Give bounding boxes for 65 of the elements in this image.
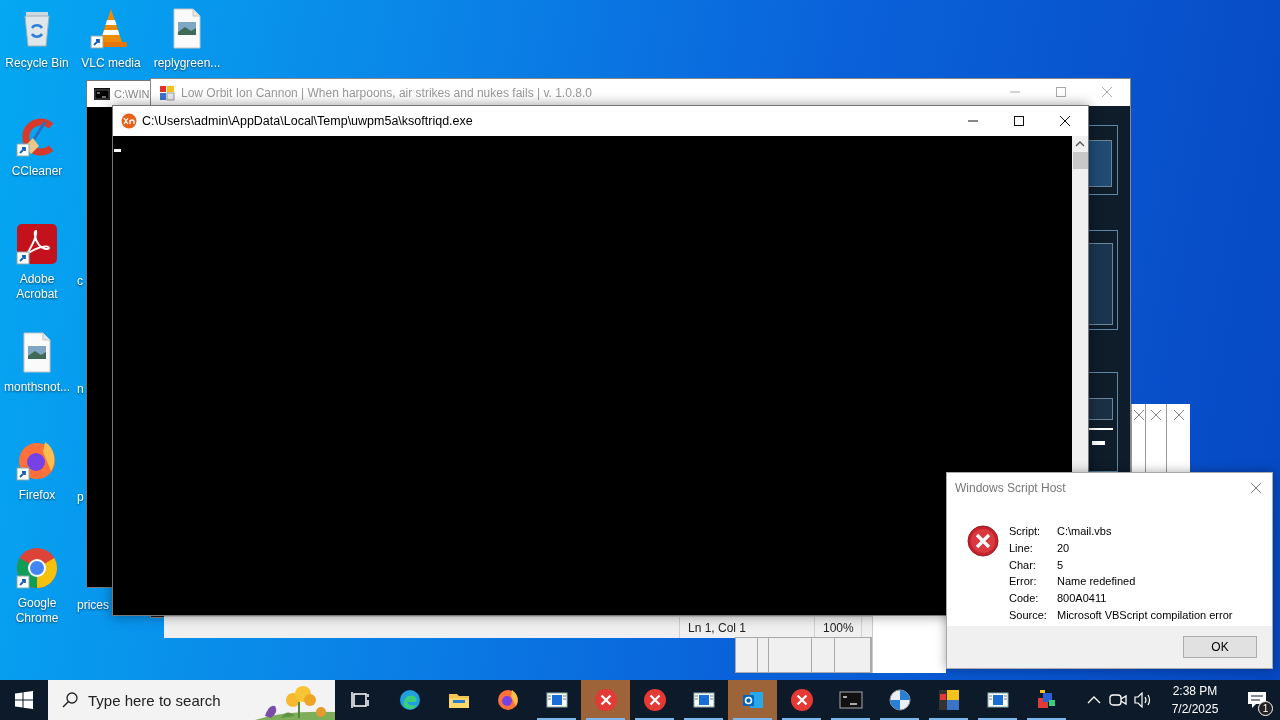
error-icon — [593, 688, 618, 712]
windows-logo-icon — [15, 691, 33, 709]
console-icon — [94, 88, 110, 100]
field-label: Error: — [1009, 575, 1038, 590]
icon-label[interactable]: n — [77, 382, 84, 397]
console-icon — [838, 688, 863, 712]
ok-button[interactable]: OK — [1183, 636, 1257, 658]
field-value: Microsoft VBScript compilation error — [1057, 609, 1233, 624]
field-label: Char: — [1009, 558, 1037, 573]
error-icon — [967, 525, 999, 557]
icon-label[interactable]: CCleaner — [8, 164, 66, 179]
window-title: C:\Users\admin\AppData\Local\Temp\uwpm5a\ksoftriqd.exe — [142, 112, 474, 130]
field-value: Name redefined — [1057, 575, 1137, 590]
clock[interactable]: 2:38 PM 7/2/2025 — [1156, 682, 1234, 718]
error-icon — [789, 688, 814, 712]
app-icon — [159, 84, 175, 101]
panel-field — [1088, 140, 1112, 187]
notification-button[interactable]: 1 — [1234, 680, 1280, 720]
clock-date: 7/2/2025 — [1171, 701, 1219, 718]
clock-time: 2:38 PM — [1172, 683, 1218, 700]
close-icon[interactable] — [1151, 410, 1161, 420]
icon-label[interactable]: prices — [77, 598, 109, 613]
field-value: 5 — [1057, 558, 1065, 573]
notification-badge: 1 — [1258, 701, 1273, 716]
scroll-thumb[interactable] — [1072, 152, 1088, 169]
icon-label[interactable]: p — [77, 490, 84, 505]
icon-label[interactable]: Recycle Bin — [2, 56, 72, 71]
icon-label[interactable]: c — [77, 274, 83, 289]
close-icon[interactable] — [1133, 410, 1144, 420]
field-value: 800A0411 — [1057, 592, 1108, 607]
text-cursor — [114, 149, 121, 152]
chevron-up-icon[interactable] — [1087, 695, 1101, 705]
icon-label[interactable]: VLC media — [78, 56, 144, 71]
field-value: C:\mail.vbs — [1057, 525, 1113, 539]
field-label: Code: — [1009, 592, 1040, 607]
close-icon[interactable] — [1173, 410, 1184, 420]
icon-label[interactable]: Google Chrome — [0, 596, 74, 626]
panel-field — [1088, 398, 1113, 420]
search-field[interactable]: Type here to search — [48, 680, 335, 720]
close-button[interactable] — [1250, 482, 1262, 494]
browser-icon[interactable] — [15, 546, 59, 590]
error-icon — [642, 688, 667, 712]
search-icon — [62, 692, 78, 708]
camera-icon[interactable] — [1109, 692, 1127, 708]
window-title: Low Orbit Ion Cannon | When harpoons, air strikes and nukes fails | v. 1.0.8.0 — [181, 84, 593, 102]
icon-label[interactable]: Adobe Acrobat — [0, 272, 74, 302]
scroll-up-icon[interactable] — [1075, 140, 1085, 148]
icon-label[interactable]: monthsnot... — [0, 380, 73, 395]
fox-globe-icon — [495, 688, 520, 712]
circle-quadrants-icon — [887, 688, 912, 712]
field-label: Script: — [1009, 525, 1042, 539]
speaker-icon[interactable] — [1133, 692, 1153, 708]
icon-label[interactable]: Firefox — [15, 488, 59, 503]
window-title: C:\WIN — [114, 86, 150, 102]
color-blocks-icon — [936, 688, 961, 712]
wave-globe-icon — [397, 688, 422, 712]
field-label: Source: — [1009, 609, 1048, 624]
icon-label[interactable]: replygreen... — [150, 56, 224, 71]
rule-line — [1088, 428, 1113, 430]
slider-thumb — [1092, 441, 1105, 445]
dialog-title: Windows Script Host — [955, 480, 1066, 497]
app-icon — [121, 113, 137, 129]
field-label: Line: — [1009, 541, 1034, 556]
document-app-icon[interactable] — [15, 222, 59, 266]
field-value: 20 — [1057, 541, 1071, 556]
